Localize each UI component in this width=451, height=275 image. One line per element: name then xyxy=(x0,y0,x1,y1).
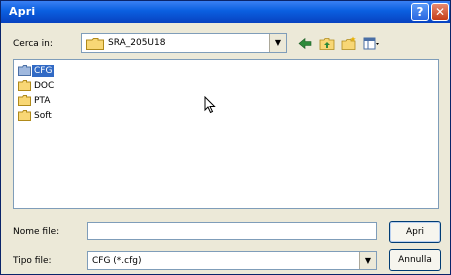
look-in-label: Cerca in: xyxy=(13,39,53,49)
chevron-down-icon[interactable]: ▼ xyxy=(269,34,286,52)
window-title: Apri xyxy=(9,5,36,18)
folder-icon xyxy=(18,80,31,91)
file-name-label: Nome file: xyxy=(13,227,60,237)
file-type-label: Tipo file: xyxy=(13,256,52,266)
title-bar[interactable]: Apri ? ✕ xyxy=(1,1,450,23)
back-arrow-icon[interactable] xyxy=(297,36,313,51)
chevron-down-icon[interactable]: ▼ xyxy=(359,252,376,269)
folder-icon xyxy=(18,110,31,121)
views-menu-icon[interactable] xyxy=(363,36,379,51)
file-name-input[interactable] xyxy=(87,222,377,240)
file-type-dropdown[interactable]: CFG (*.cfg) ▼ xyxy=(87,251,377,270)
look-in-dropdown[interactable]: SRA_205U18 ▼ xyxy=(81,33,287,53)
file-list[interactable]: CFG DOC PTA Soft xyxy=(13,59,439,209)
list-item-label: CFG xyxy=(32,65,55,77)
list-item-label: Soft xyxy=(34,111,52,121)
help-button[interactable]: ? xyxy=(411,3,429,21)
folder-icon xyxy=(18,65,31,76)
new-folder-icon[interactable] xyxy=(341,36,357,51)
look-in-value: SRA_205U18 xyxy=(108,38,166,48)
folder-icon xyxy=(86,38,104,50)
folder-icon xyxy=(18,95,31,106)
file-type-value: CFG (*.cfg) xyxy=(92,256,142,266)
close-button[interactable]: ✕ xyxy=(431,3,449,21)
up-folder-icon[interactable] xyxy=(319,36,335,51)
list-item-label: PTA xyxy=(34,96,51,106)
list-item-label: DOC xyxy=(34,81,55,91)
cancel-button[interactable]: Annulla xyxy=(389,249,441,271)
open-button[interactable]: Apri xyxy=(389,221,441,243)
open-file-dialog: Apri ? ✕ Cerca in: SRA_205U18 ▼ CFG DOC … xyxy=(0,0,451,275)
mouse-pointer-icon xyxy=(204,96,216,114)
